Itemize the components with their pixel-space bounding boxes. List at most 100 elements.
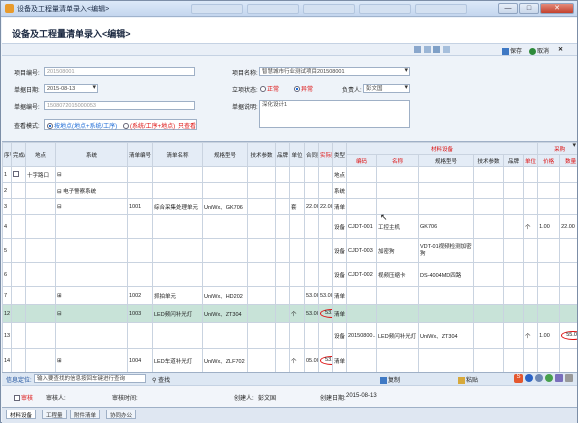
close-form-icon[interactable]: ✕ bbox=[558, 46, 563, 53]
cell-m-spec bbox=[418, 304, 474, 323]
task-tab[interactable] bbox=[247, 4, 299, 14]
col-m-code[interactable]: 编码 bbox=[346, 154, 377, 167]
table-row[interactable]: 3 ⊟ 1001 综合采集处理单元 UniWx、GK706 套 22.00 22… bbox=[2, 198, 577, 215]
cell-m-spec bbox=[418, 166, 474, 183]
task-tab[interactable] bbox=[359, 4, 411, 14]
date-field[interactable]: 2015-08-13 bbox=[44, 84, 98, 93]
audit-checkbox-option[interactable]: 审核 bbox=[14, 393, 33, 402]
collapse-icon[interactable]: ⊟ bbox=[57, 204, 62, 210]
table-row[interactable]: 14 ⊞ 1004 LED车道补光灯 UniWx、ZLF702 个 05.00 … bbox=[2, 348, 577, 372]
table-row[interactable]: 7 ⊞ 1002 抓拍单元 UniWx、HD202 53.00 53.00 清单 bbox=[2, 286, 577, 305]
tab-material[interactable]: 材料设备 bbox=[6, 410, 37, 419]
locate-search-input[interactable]: 输入要查找的信息按回车键进行查询 bbox=[34, 374, 146, 383]
cell-complete[interactable] bbox=[11, 166, 26, 183]
table-row[interactable]: 6 设备 CJDT-002 视频压缩卡 DS-4004MD四路 bbox=[2, 262, 577, 287]
view-by-system-radio[interactable] bbox=[123, 123, 129, 130]
col-tech[interactable]: 技术参数 bbox=[247, 142, 276, 167]
col-actual-qty[interactable]: 实际数量 bbox=[318, 142, 333, 167]
close-button[interactable]: ✕ bbox=[540, 3, 574, 14]
col-brand[interactable]: 品牌 bbox=[275, 142, 290, 167]
status-normal-radio[interactable] bbox=[260, 86, 266, 93]
cell-spec: UniWx、HD202 bbox=[202, 286, 248, 305]
col-location[interactable]: 地点 bbox=[25, 142, 56, 167]
col-p-price[interactable]: 价格 bbox=[537, 154, 561, 167]
cell-brand bbox=[275, 198, 290, 215]
find-button[interactable]: ⚲ 查找 bbox=[152, 375, 170, 384]
collapse-icon[interactable]: ⊟ bbox=[57, 311, 62, 317]
collapse-icon[interactable]: ⊟ bbox=[57, 189, 62, 195]
cell-unit bbox=[289, 322, 305, 349]
col-list-no[interactable]: 清单编号 bbox=[127, 142, 153, 167]
col-contract-qty[interactable]: 合同数量 bbox=[304, 142, 319, 167]
cell-complete bbox=[11, 286, 26, 305]
cell-actual-qty[interactable]: 53.00 bbox=[318, 348, 333, 372]
cell-actual-qty[interactable]: 53.00 bbox=[318, 304, 333, 323]
ime-settings-icon[interactable] bbox=[565, 374, 573, 382]
ime-mic-icon[interactable] bbox=[545, 374, 553, 382]
expand-icon[interactable]: ⊞ bbox=[57, 293, 62, 299]
project-no-field[interactable]: 201508001 bbox=[44, 67, 195, 76]
expand-icon[interactable]: ⊞ bbox=[57, 358, 62, 364]
cell-list-name bbox=[152, 166, 203, 183]
cancel-button[interactable]: 取消 bbox=[529, 46, 549, 55]
cell-system bbox=[55, 262, 128, 287]
tab-attachments[interactable]: 附件清单 bbox=[70, 410, 101, 419]
table-row[interactable]: 2 ⊟ 电子警察系统 系统 bbox=[2, 182, 577, 199]
ime-keyboard-icon[interactable] bbox=[555, 374, 563, 382]
col-m-name[interactable]: 名称 bbox=[376, 154, 419, 167]
col-complete[interactable]: 完成/深化 bbox=[11, 142, 26, 167]
col-spec[interactable]: 规格型号 bbox=[202, 142, 248, 167]
col-m-unit[interactable]: 单位 bbox=[522, 154, 539, 167]
col-p-qty[interactable]: 数量 bbox=[559, 154, 577, 167]
task-tab[interactable] bbox=[191, 4, 243, 14]
paste-button[interactable]: 粘贴 bbox=[458, 375, 478, 384]
view-by-location-option[interactable]: 按地点(地点+系统/工序) bbox=[47, 121, 117, 130]
print-icon[interactable] bbox=[433, 46, 441, 53]
col-group-material: 材料设备 bbox=[345, 142, 539, 155]
cell-m-tech bbox=[473, 348, 504, 372]
tab-collab[interactable]: 协同办公 bbox=[106, 410, 137, 419]
ime-logo-icon[interactable]: S bbox=[514, 374, 523, 383]
view-by-location-radio[interactable] bbox=[47, 123, 53, 130]
owner-select[interactable]: 彭文国 bbox=[363, 84, 410, 93]
desc-field[interactable]: 深化设计1 bbox=[259, 100, 410, 128]
col-system[interactable]: 系统 bbox=[55, 142, 128, 167]
col-m-brand[interactable]: 品牌 bbox=[503, 154, 524, 167]
table-row[interactable]: 5 设备 CJDT-003 加密狗 VDT-01视频检测加密狗 bbox=[2, 238, 577, 263]
table-row-selected[interactable]: 12 ⊟ 1003 LED频闪补光灯 UniWx、ZT304 个 53.00 5… bbox=[2, 304, 577, 323]
audit-checkbox[interactable] bbox=[14, 395, 20, 402]
cell-m-spec bbox=[418, 348, 474, 372]
cell-brand bbox=[275, 214, 290, 239]
col-unit[interactable]: 单位 bbox=[289, 142, 305, 167]
col-list-name[interactable]: 清单名称 bbox=[152, 142, 203, 167]
col-seq[interactable]: 序号 bbox=[2, 142, 12, 167]
task-tab[interactable] bbox=[415, 4, 467, 14]
minimize-button[interactable]: — bbox=[498, 3, 518, 14]
view-by-system-option[interactable]: (系统/工序+地点) bbox=[123, 121, 175, 130]
table-row[interactable]: 13 设备 20150800... LED频闪补光灯 UniWx、ZT304 个… bbox=[2, 322, 577, 349]
table-row[interactable]: 1 十字路口 ⊟ 地点 bbox=[2, 166, 577, 183]
col-m-spec[interactable]: 规格型号 bbox=[418, 154, 474, 167]
next-icon[interactable] bbox=[423, 46, 431, 53]
col-m-tech[interactable]: 技术参数 bbox=[473, 154, 504, 167]
status-abnormal-radio[interactable] bbox=[294, 86, 300, 93]
maximize-button[interactable]: □ bbox=[519, 3, 539, 14]
status-normal-option[interactable]: 正常 bbox=[260, 84, 279, 93]
doc-no-field[interactable]: 1508072015000053 bbox=[44, 101, 195, 110]
prev-icon[interactable] bbox=[414, 46, 421, 53]
cell-qty[interactable]: 55.00 bbox=[559, 322, 577, 349]
complete-checkbox[interactable] bbox=[13, 171, 19, 178]
export-icon[interactable] bbox=[443, 46, 451, 53]
task-tab[interactable] bbox=[303, 4, 355, 14]
tab-quantity[interactable]: 工程量 bbox=[42, 410, 67, 419]
project-name-select[interactable]: 智慧城市行业测试项目201508001 bbox=[259, 67, 410, 76]
collapse-icon[interactable]: ⊟ bbox=[57, 172, 62, 178]
view-only-option[interactable]: 只查看 bbox=[178, 121, 196, 130]
save-button[interactable]: 保存 bbox=[502, 46, 522, 55]
status-abnormal-option[interactable]: 异常 bbox=[294, 84, 313, 93]
ime-lang-icon[interactable] bbox=[525, 374, 533, 382]
copy-button[interactable]: 复制 bbox=[380, 375, 400, 384]
col-type[interactable]: 类型 bbox=[332, 142, 347, 167]
table-row[interactable]: 4 设备 CJDT-001 工控主机 GK706 个 1.00 22.00 bbox=[2, 214, 577, 239]
ime-punct-icon[interactable] bbox=[535, 374, 543, 382]
